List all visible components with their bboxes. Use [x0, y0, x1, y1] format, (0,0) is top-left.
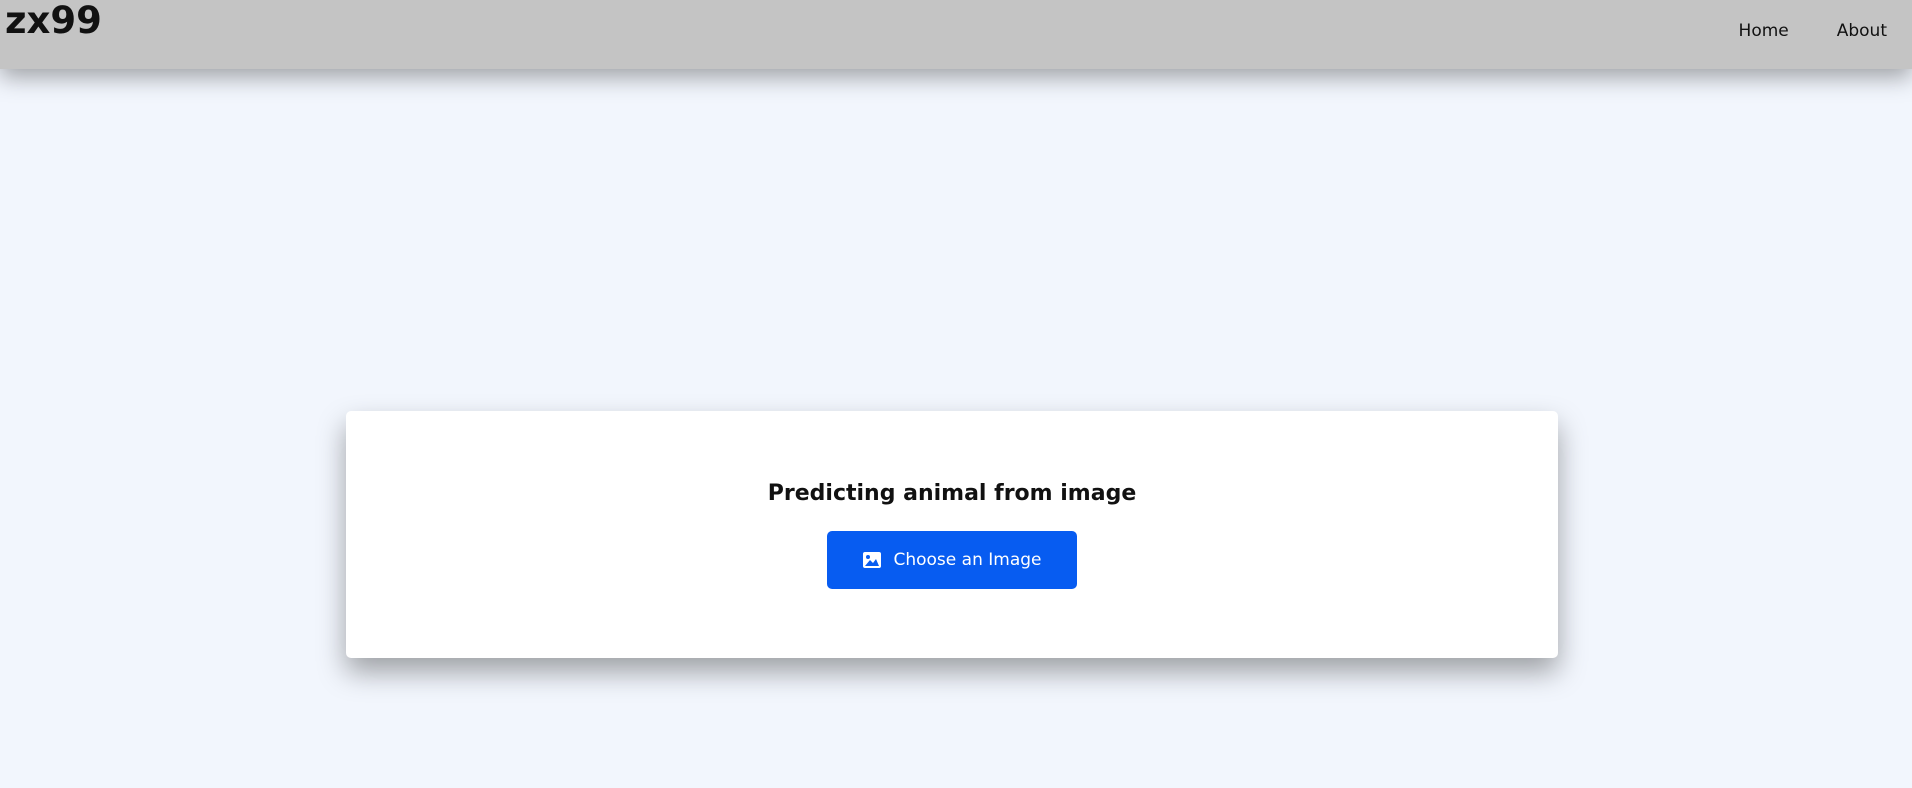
upload-card: Predicting animal from image Choose an I…: [346, 411, 1558, 658]
nav-link-home[interactable]: Home: [1739, 21, 1789, 41]
card-title: Predicting animal from image: [767, 481, 1137, 506]
image-icon: [862, 551, 882, 569]
top-navbar: zx99 Home About: [0, 0, 1912, 69]
nav-link-about[interactable]: About: [1837, 21, 1887, 41]
choose-image-button[interactable]: Choose an Image: [827, 531, 1077, 589]
nav-links: Home About: [1739, 21, 1887, 41]
brand-logo[interactable]: zx99: [5, 0, 102, 42]
choose-image-label: Choose an Image: [893, 550, 1042, 570]
